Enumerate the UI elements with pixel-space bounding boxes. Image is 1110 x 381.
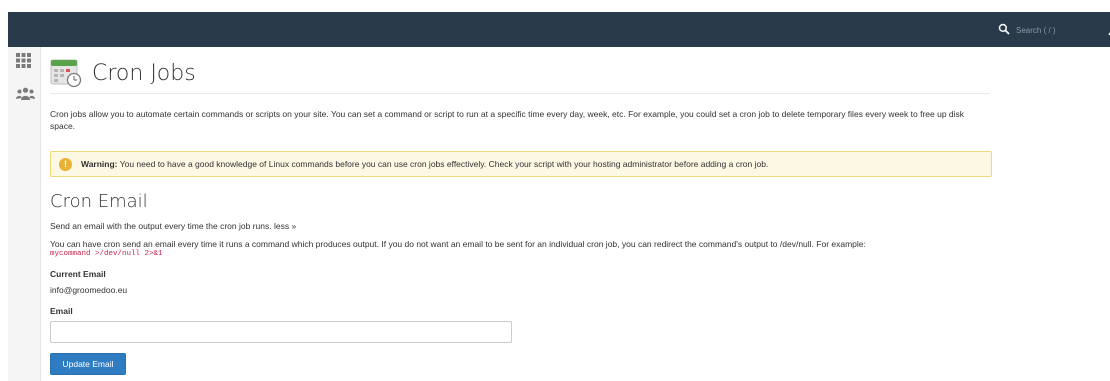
cron-email-title: Cron Email [50,191,148,212]
update-email-button[interactable]: Update Email [50,353,126,375]
search-icon[interactable] [998,23,1010,37]
warning-icon: ! [59,157,72,171]
cron-email-intro-line: Send an email with the output every time… [50,220,296,232]
warning-alert: ! Warning: You need to have a good knowl… [50,151,992,177]
current-email-label: Current Email [50,269,106,279]
email-field-label: Email [50,306,73,316]
cron-calendar-icon [50,58,82,90]
current-email-value: info@groomedoo.eu [50,285,128,295]
email-field[interactable] [50,321,512,343]
example-command-code: mycommand >/dev/null 2>&1 [50,250,163,258]
sidebar [8,47,41,381]
warning-text: You need to have a good knowledge of Lin… [117,159,769,169]
page-header: Cron Jobs [50,54,990,94]
page: Search ( / ) Cron Jobs Cron jobs allow y… [0,0,1110,381]
grid-icon[interactable] [16,53,31,68]
warning-message: Warning: You need to have a good knowled… [81,159,768,169]
top-navigation-bar: Search ( / ) [8,12,1110,47]
page-title: Cron Jobs [92,61,196,86]
cron-email-intro: Send an email with the output every time… [50,221,272,231]
page-description: Cron jobs allow you to automate certain … [50,109,965,131]
search-placeholder: Search ( / ) [1016,25,1056,35]
warning-label: Warning: [81,159,118,169]
search-control[interactable]: Search ( / ) [998,23,1056,37]
main-content: Cron Jobs Cron jobs allow you to automat… [50,47,1000,381]
less-link[interactable]: less » [274,221,296,231]
users-icon[interactable] [16,87,35,101]
cron-email-detail: You can have cron send an email every ti… [50,239,866,249]
